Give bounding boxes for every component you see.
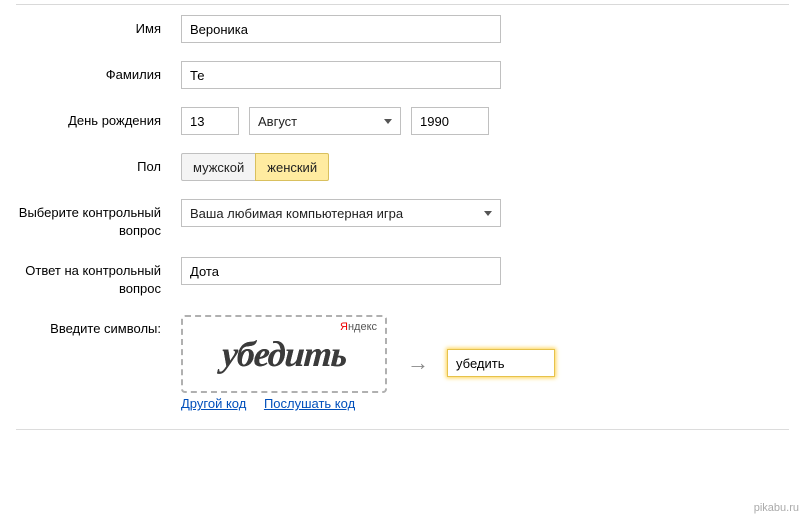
label-birthday: День рождения bbox=[16, 107, 181, 130]
watermark: pikabu.ru bbox=[754, 502, 799, 514]
label-name: Имя bbox=[16, 15, 181, 38]
captcha-brand: Яндекс bbox=[340, 321, 377, 333]
chevron-down-icon bbox=[384, 119, 392, 124]
captcha-word: убедить bbox=[220, 333, 347, 375]
form-container: Имя Фамилия День рождения Август Пол муж… bbox=[16, 4, 789, 411]
captcha-listen-link[interactable]: Послушать код bbox=[264, 396, 355, 411]
row-captcha: Введите символы: Яндекс убедить Другой к… bbox=[16, 315, 789, 411]
name-input[interactable] bbox=[181, 15, 501, 43]
label-captcha: Введите символы: bbox=[16, 315, 181, 338]
gender-segmented: мужской женский bbox=[181, 153, 329, 181]
row-gender: Пол мужской женский bbox=[16, 153, 789, 181]
row-security-question: Выберите контрольный вопрос Ваша любимая… bbox=[16, 199, 789, 239]
birth-year-input[interactable] bbox=[411, 107, 489, 135]
chevron-down-icon bbox=[484, 211, 492, 216]
gender-female-button[interactable]: женский bbox=[255, 153, 329, 181]
captcha-other-code-link[interactable]: Другой код bbox=[181, 396, 246, 411]
birth-month-select[interactable]: Август bbox=[249, 107, 401, 135]
captcha-image: Яндекс убедить bbox=[181, 315, 387, 393]
row-name: Имя bbox=[16, 15, 789, 43]
arrow-right-icon: → bbox=[407, 350, 429, 376]
captcha-links: Другой код Послушать код bbox=[181, 396, 387, 411]
row-surname: Фамилия bbox=[16, 61, 789, 89]
label-security-answer: Ответ на контрольный вопрос bbox=[16, 257, 181, 297]
row-birthday: День рождения Август bbox=[16, 107, 789, 135]
label-surname: Фамилия bbox=[16, 61, 181, 84]
security-answer-input[interactable] bbox=[181, 257, 501, 285]
captcha-input[interactable] bbox=[447, 349, 555, 377]
birth-month-value: Август bbox=[258, 114, 297, 129]
birth-day-input[interactable] bbox=[181, 107, 239, 135]
surname-input[interactable] bbox=[181, 61, 501, 89]
footer-divider bbox=[16, 429, 789, 430]
row-security-answer: Ответ на контрольный вопрос bbox=[16, 257, 789, 297]
security-question-value: Ваша любимая компьютерная игра bbox=[190, 206, 403, 221]
gender-male-button[interactable]: мужской bbox=[181, 153, 256, 181]
label-gender: Пол bbox=[16, 153, 181, 176]
security-question-select[interactable]: Ваша любимая компьютерная игра bbox=[181, 199, 501, 227]
label-security-question: Выберите контрольный вопрос bbox=[16, 199, 181, 239]
